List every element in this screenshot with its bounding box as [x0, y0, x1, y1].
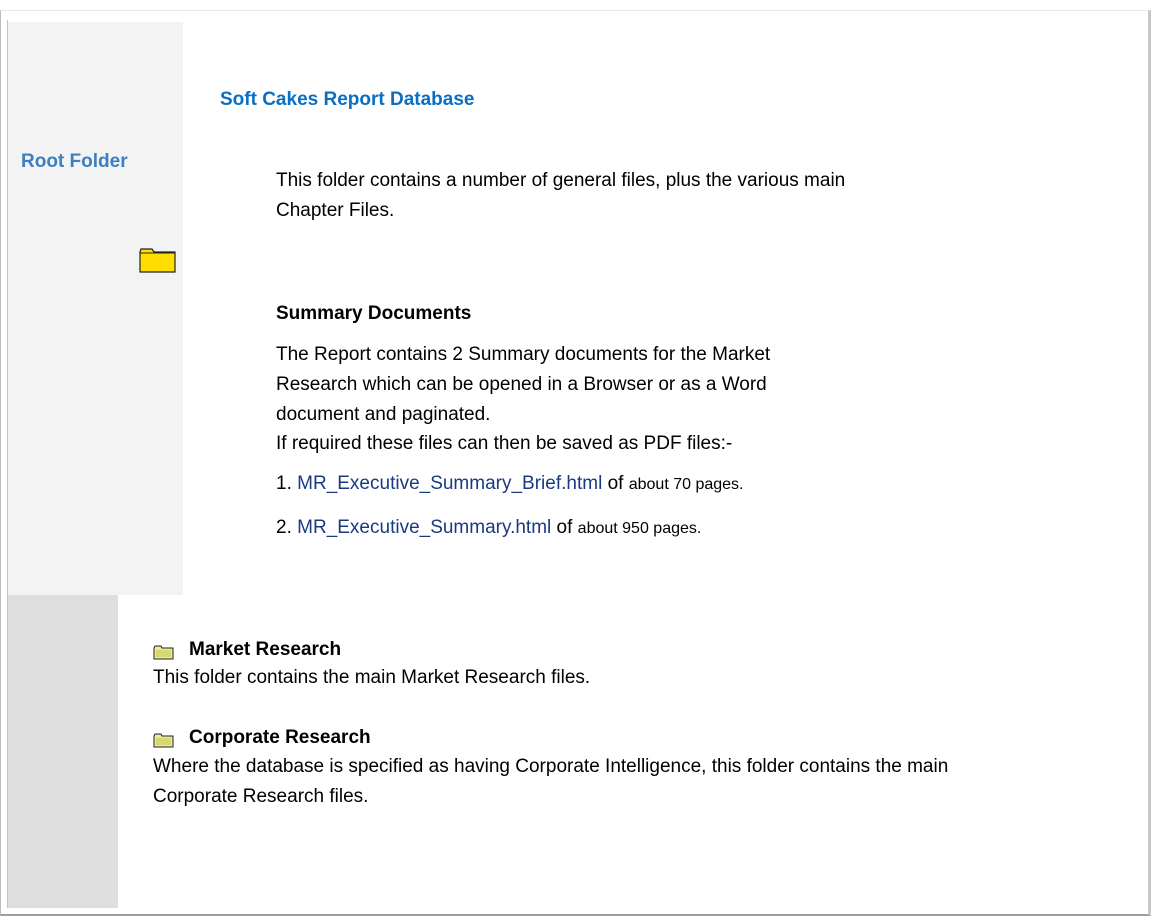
list-item: 1. MR_Executive_Summary_Brief.html of ab…: [276, 469, 743, 500]
folder-icon[interactable]: [153, 733, 174, 748]
root-folder-title: Root Folder: [21, 151, 128, 172]
sidebar-bottom-panel: [8, 595, 118, 908]
intro-text: This folder contains a number of general…: [276, 170, 846, 221]
list-pages: about 70 pages.: [628, 476, 744, 493]
sidebar-top-panel: [8, 22, 183, 595]
list-item: 2. MR_Executive_Summary.html of about 95…: [276, 513, 701, 544]
divider: [7, 20, 8, 908]
market-research-folder-title[interactable]: Market Research: [189, 639, 341, 661]
summary-full-link[interactable]: MR_Executive_Summary.html: [297, 517, 551, 538]
list-pages: about 950 pages.: [577, 520, 702, 537]
list-of: of: [607, 473, 624, 494]
summary-heading: Summary Documents: [276, 303, 472, 324]
list-number: 2.: [276, 517, 292, 538]
folder-icon[interactable]: [153, 645, 174, 660]
page-title: Soft Cakes Report Database: [220, 89, 475, 110]
summary-brief-link[interactable]: MR_Executive_Summary_Brief.html: [297, 473, 602, 494]
market-research-description: This folder contains the main Market Res…: [153, 667, 591, 688]
pdf-note: If required these files can then be save…: [276, 433, 733, 454]
corporate-research-description: Where the database is specified as havin…: [153, 756, 949, 807]
corporate-research-folder-title[interactable]: Corporate Research: [189, 727, 371, 749]
list-number: 1.: [276, 473, 292, 494]
folder-icon: [139, 248, 176, 273]
list-of: of: [556, 517, 573, 538]
summary-body: The Report contains 2 Summary documents …: [276, 344, 771, 425]
